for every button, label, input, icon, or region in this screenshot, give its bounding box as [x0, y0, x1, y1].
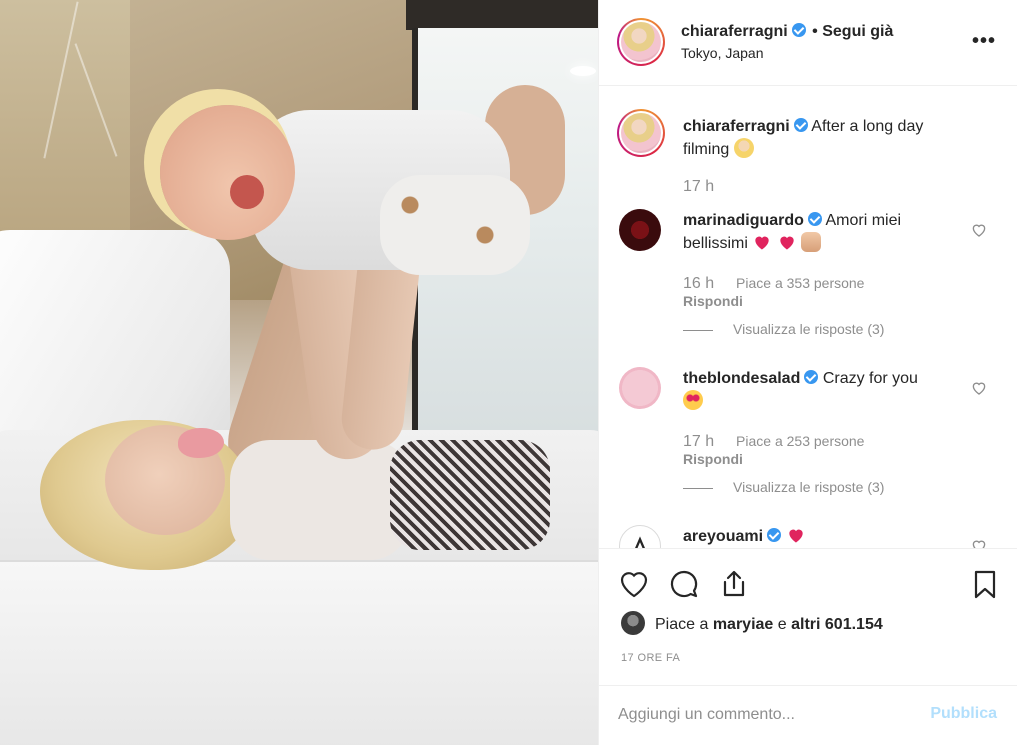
comment-meta: 16 h Piace a 353 persone	[683, 275, 864, 293]
photo-baby-head	[160, 105, 295, 240]
author-username[interactable]: chiaraferragni	[681, 23, 788, 40]
red-heart-emoji-icon	[788, 529, 803, 543]
heart-eyes-emoji-icon	[683, 390, 703, 410]
view-replies-label: Visualizza le risposte (3)	[733, 479, 885, 495]
photo-duvet	[0, 560, 598, 745]
comment-body: Crazy for you	[822, 370, 918, 387]
comment-username[interactable]: marinadiguardo	[683, 212, 804, 229]
comment-bubble-icon[interactable]	[667, 567, 701, 601]
photo-woman-torso	[230, 440, 410, 560]
raising-hands-emoji-icon	[801, 232, 822, 252]
comment-avatar[interactable]	[619, 367, 661, 409]
author-line: chiaraferragni • Segui già	[681, 23, 893, 41]
follow-button[interactable]: • Segui già	[812, 23, 893, 40]
verified-badge-icon	[804, 370, 819, 384]
photo-baby-shorts	[380, 175, 530, 275]
verified-badge-icon	[767, 528, 782, 542]
more-options-icon[interactable]: •••	[972, 30, 996, 53]
add-comment-input[interactable]	[618, 700, 908, 730]
replies-divider	[683, 487, 713, 489]
author-avatar[interactable]	[617, 18, 665, 66]
comment-username[interactable]: theblondesalad	[683, 370, 800, 387]
publish-button[interactable]: Pubblica	[930, 705, 997, 723]
photo-woman-shorts	[390, 440, 550, 550]
likes-prefix: Piace a	[655, 616, 713, 633]
likes-summary[interactable]: Piace a maryiae e altri 601.154	[655, 616, 883, 634]
woman-emoji-icon	[733, 138, 754, 158]
post-photo[interactable]	[0, 0, 598, 745]
reply-button[interactable]: Rispondi	[683, 451, 743, 467]
liker-username[interactable]: maryiae	[713, 616, 774, 633]
save-bookmark-icon[interactable]	[968, 567, 1002, 601]
photo-wallpaper	[0, 0, 130, 260]
comment-text: areyouami	[683, 525, 963, 548]
comment-username[interactable]: areyouami	[683, 528, 763, 545]
view-replies-label: Visualizza le risposte (3)	[733, 321, 885, 337]
comment-time[interactable]: 17 h	[683, 433, 714, 450]
post-location[interactable]: Tokyo, Japan	[681, 45, 764, 61]
like-comment-heart-icon[interactable]	[970, 379, 988, 397]
like-comment-heart-icon[interactable]	[970, 537, 988, 548]
comments-list[interactable]: chiaraferragni After a long day filming …	[599, 87, 1017, 548]
share-icon[interactable]	[717, 567, 751, 601]
replies-divider	[683, 329, 713, 331]
likes-others[interactable]: altri 601.154	[791, 616, 883, 633]
verified-badge-icon	[791, 23, 806, 37]
comment-meta: 17 h Piace a 253 persone	[683, 433, 864, 451]
post-header: chiaraferragni • Segui già Tokyo, Japan …	[599, 0, 1017, 86]
verified-badge-icon	[793, 118, 808, 132]
comment-text: marinadiguardo Amori miei bellissimi	[683, 209, 963, 255]
likes-middle: e	[773, 616, 792, 633]
comment-avatar[interactable]	[619, 209, 661, 251]
comment-likes[interactable]: Piace a 353 persone	[736, 275, 864, 291]
comment-time[interactable]: 16 h	[683, 275, 714, 292]
areyouami-logo-icon	[635, 536, 645, 548]
like-comment-heart-icon[interactable]	[970, 221, 988, 239]
caption-avatar[interactable]	[617, 109, 665, 157]
verified-badge-icon	[807, 212, 822, 226]
view-replies-button[interactable]: Visualizza le risposte (3)	[683, 479, 884, 495]
post-time-ago[interactable]: 17 ORE FA	[621, 652, 680, 664]
comment-text: theblondesalad Crazy for you	[683, 367, 963, 413]
caption-time[interactable]: 17 h	[683, 178, 714, 195]
reply-button[interactable]: Rispondi	[683, 293, 743, 309]
comment-likes[interactable]: Piace a 253 persone	[736, 433, 864, 449]
caption-username[interactable]: chiaraferragni	[683, 118, 790, 135]
red-heart-emoji-icon	[780, 236, 794, 250]
like-heart-icon[interactable]	[617, 567, 651, 601]
red-heart-emoji-icon	[755, 236, 770, 250]
caption-meta: 17 h	[683, 178, 732, 196]
view-replies-button[interactable]: Visualizza le risposte (3)	[683, 321, 884, 337]
comment-avatar[interactable]	[619, 525, 661, 548]
caption-text: chiaraferragni After a long day filming	[683, 115, 963, 161]
photo-doorframe	[406, 0, 598, 30]
add-comment-bar: Pubblica	[598, 685, 1017, 745]
photo-lamp	[570, 66, 596, 76]
photo-baby-mouth	[230, 175, 264, 209]
liker-avatar[interactable]	[621, 611, 645, 635]
